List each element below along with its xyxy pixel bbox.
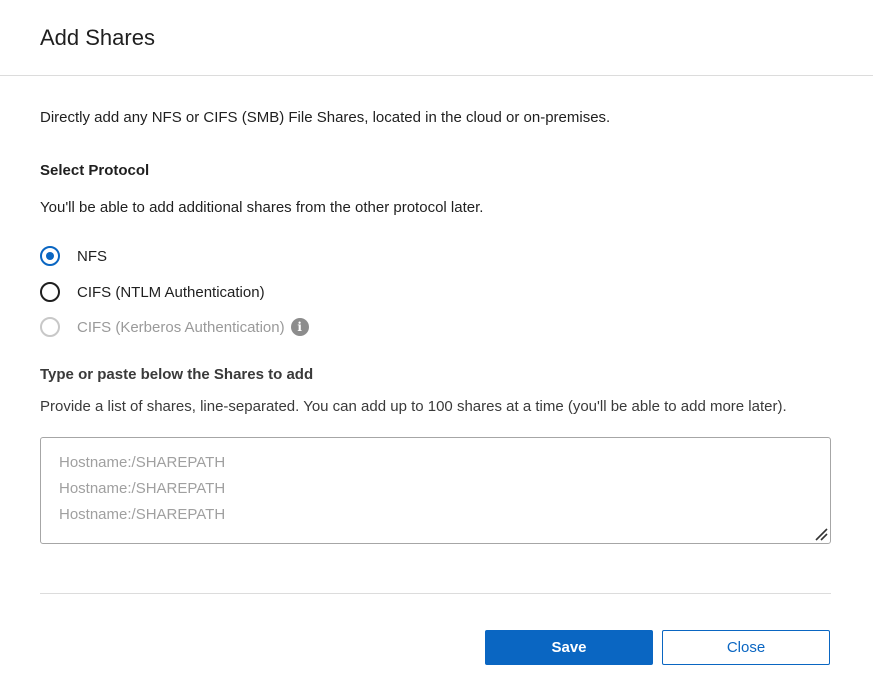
intro-text: Directly add any NFS or CIFS (SMB) File … xyxy=(40,109,611,126)
cifs-ntlm-radio-label[interactable]: CIFS (NTLM Authentication) xyxy=(77,284,265,301)
save-button[interactable]: Save xyxy=(485,630,653,665)
cifs-kerberos-radio xyxy=(40,317,60,337)
shares-helper: Provide a list of shares, line-separated… xyxy=(40,398,787,415)
info-icon[interactable]: i xyxy=(290,318,309,336)
cifs-kerberos-radio-label: CIFS (Kerberos Authentication) xyxy=(77,318,285,336)
protocol-option-cifs-kerberos: CIFS (Kerberos Authentication) i xyxy=(40,316,309,338)
resize-handle-icon[interactable] xyxy=(812,525,828,541)
nfs-radio[interactable] xyxy=(40,246,60,266)
nfs-radio-label[interactable]: NFS xyxy=(77,248,107,265)
protocol-option-nfs[interactable]: NFS xyxy=(40,245,107,267)
select-protocol-heading: Select Protocol xyxy=(40,162,150,179)
shares-placeholder-line: Hostname:/SHAREPATH xyxy=(59,506,226,523)
shares-placeholder-line: Hostname:/SHAREPATH xyxy=(59,454,226,471)
dialog-title: Add Shares xyxy=(40,25,155,50)
shares-heading: Type or paste below the Shares to add xyxy=(40,366,314,383)
footer-divider xyxy=(40,593,831,594)
shares-textarea[interactable]: Hostname:/SHAREPATH Hostname:/SHAREPATH … xyxy=(40,437,831,544)
shares-placeholder-line: Hostname:/SHAREPATH xyxy=(59,480,226,497)
select-protocol-helper: You'll be able to add additional shares … xyxy=(40,199,484,216)
add-shares-dialog: Add Shares Directly add any NFS or CIFS … xyxy=(0,0,873,700)
close-button[interactable]: Close xyxy=(662,630,830,665)
cifs-ntlm-radio[interactable] xyxy=(40,282,60,302)
protocol-option-cifs-ntlm[interactable]: CIFS (NTLM Authentication) xyxy=(40,281,265,303)
dialog-header: Add Shares xyxy=(0,0,873,76)
